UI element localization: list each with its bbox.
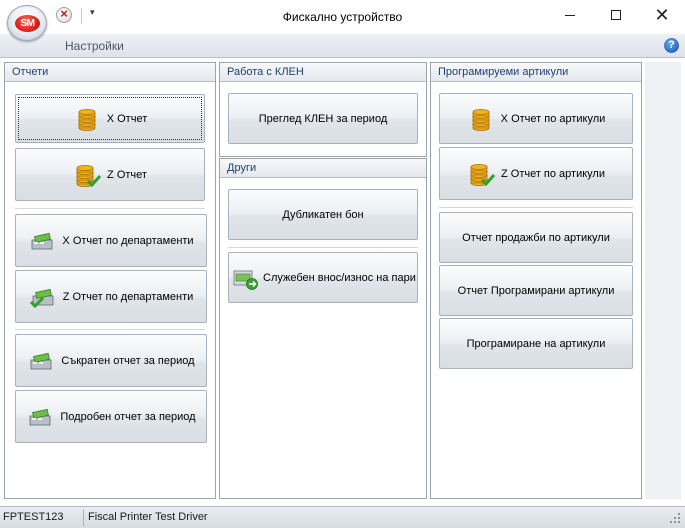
ribbon-bar: Настройки ? <box>0 34 685 58</box>
minimize-icon <box>565 15 575 16</box>
cash-register-icon <box>27 348 55 374</box>
program-articles-label: Програмиране на артикули <box>466 337 606 350</box>
tab-settings[interactable]: Настройки <box>65 39 124 53</box>
coins-stack-icon <box>467 106 495 132</box>
z-report-departments-label: Z Отчет по департаменти <box>62 290 194 303</box>
articles-separator <box>439 207 633 208</box>
program-articles-button[interactable]: Програмиране на артикули <box>439 318 633 369</box>
klen-panel-title: Работа с КЛЕН <box>227 66 304 78</box>
cash-in-out-label: Служебен внос/износ на пари <box>263 271 416 284</box>
detailed-period-report-button[interactable]: Подробен отчет за период <box>15 390 207 443</box>
x-report-label: X Отчет <box>106 112 148 125</box>
sales-by-article-report-label: Отчет продажби по артикули <box>462 231 610 244</box>
klen-panel-header: Работа с КЛЕН <box>220 63 426 82</box>
articles-panel-header: Програмируеми артикули <box>431 63 641 82</box>
close-icon: ✕ <box>654 5 670 25</box>
x-report-button[interactable]: X Отчет <box>15 94 205 143</box>
other-separator <box>228 247 418 248</box>
maximize-icon <box>611 10 621 20</box>
other-panel: Други Дубликатен бон Служебен внос/износ… <box>219 158 427 499</box>
short-period-report-label: Съкратен отчет за период <box>61 354 195 367</box>
right-empty-area <box>645 62 681 499</box>
application-menu-button[interactable]: SM <box>7 5 47 41</box>
status-bar: FPTEST123 Fiscal Printer Test Driver <box>0 506 685 528</box>
x-report-articles-label: X Отчет по артикули <box>500 112 606 125</box>
close-button[interactable]: ✕ <box>639 0 685 32</box>
cash-transfer-icon <box>231 265 259 291</box>
articles-panel: Програмируеми артикули X Отчет по артику… <box>430 62 642 499</box>
driver-name-status: Fiscal Printer Test Driver <box>88 511 208 523</box>
other-panel-title: Други <box>227 162 257 174</box>
help-icon[interactable]: ? <box>664 38 679 53</box>
device-code-status: FPTEST123 <box>3 511 64 523</box>
reports-separator-2 <box>15 329 205 330</box>
z-report-departments-button[interactable]: Z Отчет по департаменти <box>15 270 207 323</box>
cash-register-check-icon <box>29 284 57 310</box>
klen-panel: Работа с КЛЕН Преглед КЛЕН за период <box>219 62 427 157</box>
coins-stack-check-icon <box>73 162 102 188</box>
resize-grip-icon[interactable] <box>670 513 682 525</box>
z-report-label: Z Отчет <box>107 168 147 181</box>
coins-stack-icon <box>73 106 101 132</box>
other-panel-header: Други <box>220 159 426 178</box>
x-report-articles-button[interactable]: X Отчет по артикули <box>439 93 633 144</box>
title-bar: SM ▾ Фискално устройство ✕ <box>0 0 685 41</box>
coins-stack-check-icon <box>467 161 496 187</box>
reports-panel: Отчети X Отчет Z Отчет X Отчет по департ… <box>4 62 216 499</box>
status-divider <box>83 509 84 526</box>
duplicate-receipt-label: Дубликатен бон <box>282 208 364 221</box>
cash-in-out-button[interactable]: Служебен внос/износ на пари <box>228 252 418 303</box>
z-report-button[interactable]: Z Отчет <box>15 148 205 201</box>
duplicate-receipt-button[interactable]: Дубликатен бон <box>228 189 418 240</box>
z-report-articles-label: Z Отчет по артикули <box>500 167 605 180</box>
cash-register-icon <box>28 228 56 254</box>
klen-period-view-label: Преглед КЛЕН за период <box>258 112 388 125</box>
sales-by-article-report-button[interactable]: Отчет продажби по артикули <box>439 212 633 263</box>
reports-separator <box>15 208 205 209</box>
cash-register-icon <box>26 404 54 430</box>
programmed-articles-report-button[interactable]: Отчет Програмирани артикули <box>439 265 633 316</box>
detailed-period-report-label: Подробен отчет за период <box>60 410 196 423</box>
reports-panel-title: Отчети <box>12 66 49 78</box>
z-report-articles-button[interactable]: Z Отчет по артикули <box>439 147 633 200</box>
maximize-button[interactable] <box>593 0 639 32</box>
x-report-departments-label: X Отчет по департаменти <box>62 234 194 247</box>
programmed-articles-report-label: Отчет Програмирани артикули <box>457 284 615 297</box>
short-period-report-button[interactable]: Съкратен отчет за период <box>15 334 207 387</box>
app-logo-icon: SM <box>15 15 40 32</box>
reports-panel-header: Отчети <box>5 63 215 82</box>
klen-period-view-button[interactable]: Преглед КЛЕН за период <box>228 93 418 144</box>
minimize-button[interactable] <box>547 0 593 32</box>
articles-panel-title: Програмируеми артикули <box>438 66 569 78</box>
x-report-departments-button[interactable]: X Отчет по департаменти <box>15 214 207 267</box>
client-area: Отчети X Отчет Z Отчет X Отчет по департ… <box>0 58 685 506</box>
